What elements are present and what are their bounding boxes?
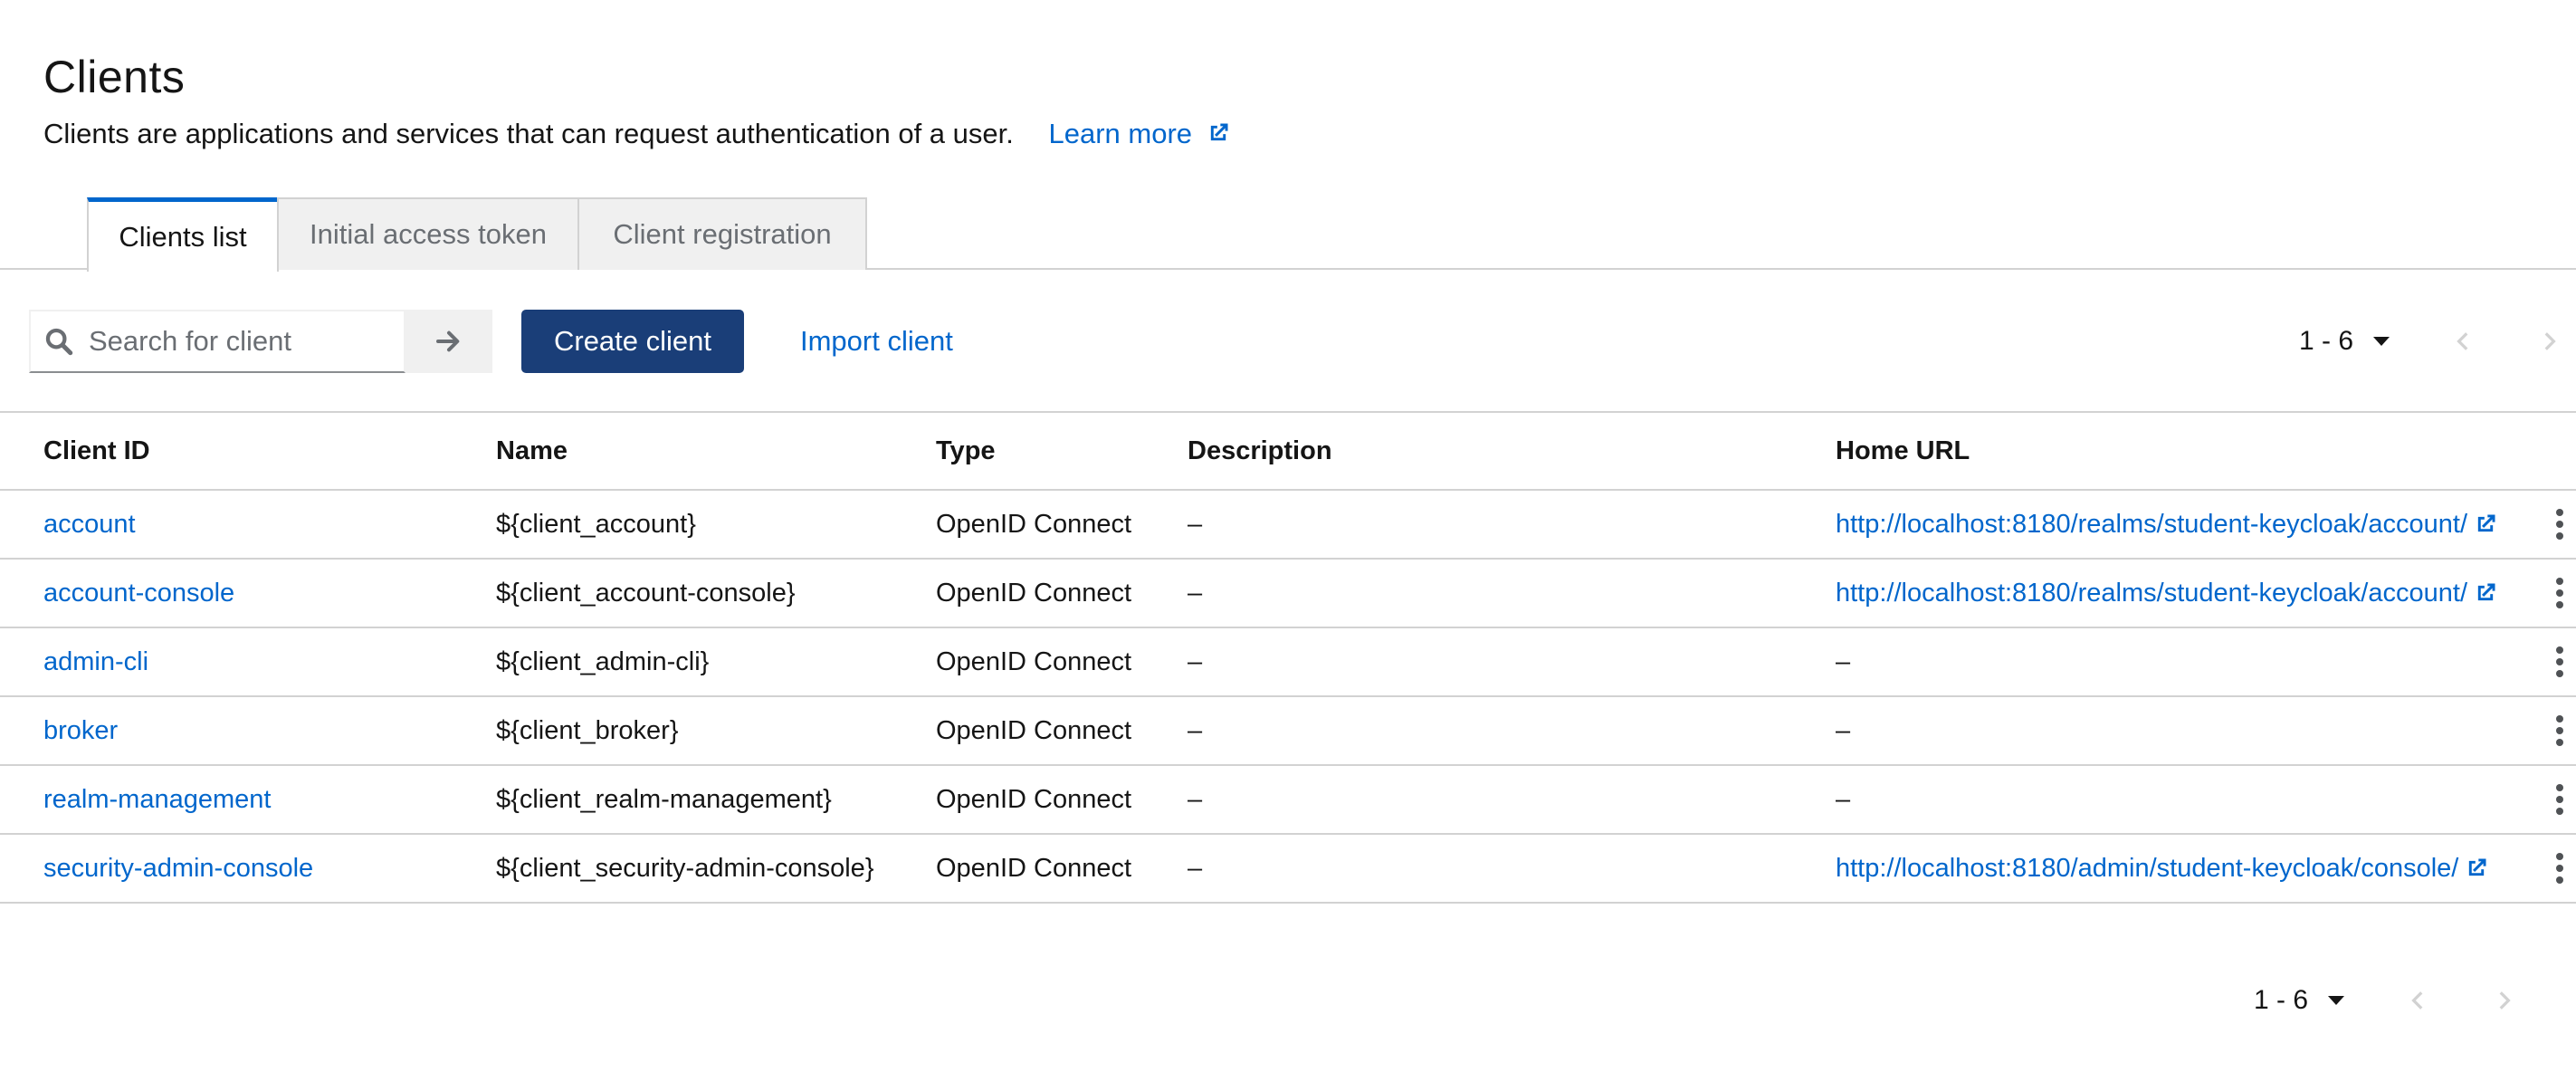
row-actions-button[interactable]	[2543, 491, 2576, 558]
table-row: admin-cli ${client_admin-cli} OpenID Con…	[0, 628, 2576, 697]
home-url-link[interactable]: http://localhost:8180/admin/student-keyc…	[1836, 835, 2489, 902]
search-input[interactable]	[87, 324, 398, 359]
clients-table: Client ID Name Type Description Home URL…	[0, 411, 2576, 904]
client-name: ${client_security-admin-console}	[496, 853, 874, 883]
home-url-text: http://localhost:8180/realms/student-key…	[1836, 578, 2467, 608]
tab-initial-access-token[interactable]: Initial access token	[277, 197, 579, 270]
client-id-link[interactable]: broker	[43, 697, 118, 764]
home-url-link[interactable]: http://localhost:8180/realms/student-key…	[1836, 560, 2498, 627]
chevron-left-icon	[2457, 332, 2468, 350]
search-icon	[43, 326, 74, 357]
tab-bar: Clients list Initial access token Client…	[0, 197, 2576, 272]
client-description: –	[1188, 509, 1203, 539]
row-actions-button[interactable]	[2543, 697, 2576, 764]
chevron-right-icon	[2499, 991, 2511, 1010]
home-url-text: –	[1836, 784, 1851, 814]
table-row: security-admin-console ${client_security…	[0, 835, 2576, 904]
pagination-bottom: 1 - 6	[2254, 969, 2522, 1032]
next-page-button[interactable]	[2485, 982, 2522, 1019]
client-name: ${client_realm-management}	[496, 784, 832, 814]
home-url-text: http://localhost:8180/admin/student-keyc…	[1836, 853, 2459, 883]
table-row: account ${client_account} OpenID Connect…	[0, 491, 2576, 560]
clients-page: Clients Clients are applications and ser…	[0, 0, 2576, 1072]
learn-more-link[interactable]: Learn more	[1049, 118, 1231, 149]
table-header-row: Client ID Name Type Description Home URL	[0, 413, 2576, 491]
table-row: broker ${client_broker} OpenID Connect –…	[0, 697, 2576, 766]
client-name: ${client_broker}	[496, 715, 679, 745]
column-header-name[interactable]: Name	[496, 413, 568, 489]
pagination-range-label: 1 - 6	[2299, 326, 2354, 356]
home-url-text: –	[1836, 715, 1851, 745]
column-header-home-url[interactable]: Home URL	[1836, 413, 1970, 489]
client-type: OpenID Connect	[936, 646, 1132, 676]
home-url-link[interactable]: http://localhost:8180/realms/student-key…	[1836, 491, 2498, 558]
caret-down-icon	[2328, 996, 2345, 1005]
external-link-icon	[2473, 580, 2498, 606]
client-description: –	[1188, 853, 1203, 883]
pagination-range-label: 1 - 6	[2254, 985, 2309, 1015]
kebab-menu-icon	[2556, 853, 2563, 884]
previous-page-button[interactable]	[2400, 982, 2437, 1019]
client-id-link[interactable]: admin-cli	[43, 628, 148, 695]
client-name: ${client_admin-cli}	[496, 646, 710, 676]
tab-clients-list[interactable]: Clients list	[87, 197, 279, 272]
client-type: OpenID Connect	[936, 853, 1132, 883]
row-actions-button[interactable]	[2543, 766, 2576, 833]
external-link-icon	[2464, 856, 2489, 881]
client-type: OpenID Connect	[936, 578, 1132, 608]
client-type: OpenID Connect	[936, 784, 1132, 814]
client-description: –	[1188, 715, 1203, 745]
description-text: Clients are applications and services th…	[43, 118, 1014, 149]
kebab-menu-icon	[2556, 509, 2563, 540]
client-description: –	[1188, 784, 1203, 814]
learn-more-label: Learn more	[1048, 118, 1193, 149]
pagination-top: 1 - 6	[2299, 310, 2567, 373]
kebab-menu-icon	[2556, 646, 2563, 677]
page-description: Clients are applications and services th…	[43, 116, 1231, 152]
search-box	[29, 310, 405, 373]
chevron-left-icon	[2411, 991, 2423, 1010]
next-page-button[interactable]	[2531, 323, 2567, 359]
import-client-button[interactable]: Import client	[800, 310, 953, 373]
home-url-text: –	[1836, 646, 1851, 676]
table-row: realm-management ${client_realm-manageme…	[0, 766, 2576, 835]
home-url-text: http://localhost:8180/realms/student-key…	[1836, 509, 2467, 539]
column-header-description[interactable]: Description	[1188, 413, 1332, 489]
row-actions-button[interactable]	[2543, 835, 2576, 902]
previous-page-button[interactable]	[2446, 323, 2482, 359]
arrow-right-icon	[436, 330, 460, 352]
external-link-icon	[1206, 120, 1231, 146]
chevron-right-icon	[2544, 332, 2556, 350]
client-id-link[interactable]: account-console	[43, 560, 234, 627]
kebab-menu-icon	[2556, 715, 2563, 746]
client-description: –	[1188, 646, 1203, 676]
column-header-client-id[interactable]: Client ID	[43, 413, 150, 489]
pagination-range-toggle[interactable]: 1 - 6	[2254, 985, 2345, 1016]
client-name: ${client_account}	[496, 509, 696, 539]
client-id-link[interactable]: realm-management	[43, 766, 271, 833]
tab-client-registration[interactable]: Client registration	[577, 197, 867, 270]
row-actions-button[interactable]	[2543, 560, 2576, 627]
client-id-link[interactable]: account	[43, 491, 136, 558]
client-name: ${client_account-console}	[496, 578, 796, 608]
client-id-link[interactable]: security-admin-console	[43, 835, 313, 902]
kebab-menu-icon	[2556, 578, 2563, 608]
caret-down-icon	[2373, 337, 2390, 346]
pagination-range-toggle[interactable]: 1 - 6	[2299, 326, 2390, 357]
table-row: account-console ${client_account-console…	[0, 560, 2576, 628]
client-type: OpenID Connect	[936, 715, 1132, 745]
page-title: Clients	[43, 52, 186, 102]
column-header-type[interactable]: Type	[936, 413, 996, 489]
create-client-button[interactable]: Create client	[521, 310, 744, 373]
client-description: –	[1188, 578, 1203, 608]
kebab-menu-icon	[2556, 784, 2563, 815]
external-link-icon	[2473, 512, 2498, 537]
row-actions-button[interactable]	[2543, 628, 2576, 695]
search-submit-button[interactable]	[405, 310, 492, 373]
client-type: OpenID Connect	[936, 509, 1132, 539]
